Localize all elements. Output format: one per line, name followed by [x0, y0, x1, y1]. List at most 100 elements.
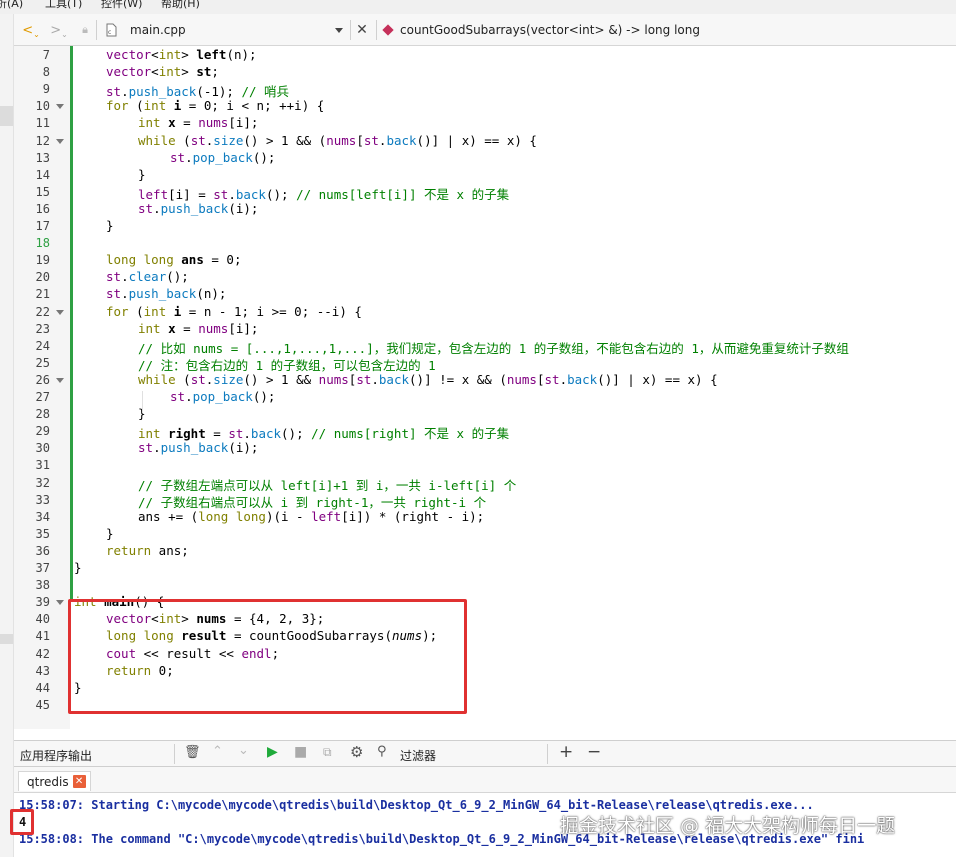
code-token: >	[181, 64, 197, 80]
code-token: st	[106, 269, 122, 285]
code-token: }	[106, 525, 114, 541]
close-icon[interactable]: ✕	[354, 14, 370, 46]
code-token: [i]) * (right - i);	[341, 508, 485, 524]
tab-label: qtredis	[27, 774, 69, 789]
code-token: [	[536, 371, 545, 387]
code-token: <	[151, 64, 159, 80]
code-token: [i];	[228, 115, 259, 131]
code-token: for	[106, 303, 129, 319]
code-token: .	[559, 371, 568, 387]
code-token: size	[213, 371, 244, 387]
code-line: vector<int> st;	[106, 64, 219, 79]
minus-icon[interactable]: −	[587, 742, 601, 762]
code-token: back	[567, 371, 598, 387]
line-number: 17	[35, 219, 50, 233]
fold-arrow-icon[interactable]	[56, 377, 64, 383]
line-number: 9	[42, 82, 50, 97]
add-icon[interactable]: +	[559, 742, 573, 762]
file-selector[interactable]: main.cpp	[130, 14, 186, 46]
code-token: nums	[198, 115, 229, 131]
code-token: .	[185, 389, 193, 404]
code-token: int	[158, 47, 182, 62]
code-editor[interactable]: 7 8 9 10 11 12 13 14 15 16 17 18 19 20 21 22 23 24 25 26 27 2…	[14, 46, 956, 729]
menu-help[interactable]: 帮助(H)	[161, 0, 200, 9]
code-token: while	[138, 371, 176, 387]
code-token: .	[185, 149, 193, 165]
attach-icon[interactable]: ⧉	[323, 745, 332, 760]
line-number: 21	[35, 287, 50, 302]
line-number: 11	[35, 116, 50, 131]
code-token: st	[544, 371, 560, 387]
line-number: 20	[35, 270, 50, 285]
line-number: 10	[35, 99, 50, 114]
code-token: st	[213, 186, 229, 202]
fold-arrow-icon[interactable]	[56, 309, 64, 315]
code-token: =	[175, 115, 199, 131]
function-selector[interactable]: countGoodSubarrays(vector<int> &) -> lon…	[400, 14, 700, 46]
forward-icon[interactable]: > ⌄	[48, 14, 70, 46]
menu-tools[interactable]: 工具(T)	[45, 0, 82, 9]
chevron-up-icon[interactable]: ⌃	[212, 744, 223, 759]
side-marker	[0, 634, 13, 644]
code-token: = n - 1; i >= 0; --i) {	[181, 303, 362, 319]
menu-analyze[interactable]: 析(A)	[0, 0, 23, 9]
code-token: // 子数组左端点可以从 left[i]+1 到 i，一共 i-left[i] …	[138, 477, 517, 493]
code-line: int x = nums[i];	[138, 115, 258, 130]
fold-arrow-icon[interactable]	[56, 138, 64, 144]
code-token: }	[138, 166, 146, 182]
code-token: ();	[252, 149, 276, 165]
code-token: .	[121, 269, 129, 285]
chevron-down-icon[interactable]	[332, 14, 346, 46]
filter-input[interactable]: 过滤器	[400, 747, 436, 764]
fold-arrow-icon[interactable]	[56, 600, 64, 606]
code-token: back	[235, 186, 266, 202]
code-token: vector	[106, 64, 152, 80]
code-token: )(i -	[265, 508, 312, 524]
stop-icon[interactable]: ■	[294, 744, 307, 760]
tab-qtredis[interactable]: qtredis ✕	[18, 771, 91, 791]
code-token: return	[106, 542, 152, 558]
line-number: 7	[42, 48, 50, 62]
code-token: nums	[326, 132, 357, 148]
code-token: ();	[281, 426, 312, 442]
menu-controls[interactable]: 控件(W)	[101, 0, 142, 9]
code-token: int	[138, 426, 161, 442]
code-token: = 0; i < n; ++i) {	[181, 98, 325, 114]
run-icon[interactable]: ▶	[267, 744, 278, 760]
menu-bar: 析(A) 工具(T) 控件(W) 帮助(H)	[0, 0, 956, 14]
code-token: >	[181, 47, 197, 62]
code-token: while	[138, 132, 176, 148]
line-number: 25	[35, 355, 50, 370]
code-line: int x = nums[i];	[138, 321, 258, 336]
line-number: 27	[35, 390, 50, 404]
line-number: 45	[35, 697, 50, 712]
code-token: st	[170, 389, 186, 404]
line-number: 15	[35, 184, 50, 199]
code-token: nums	[506, 371, 537, 387]
chevron-down-icon[interactable]: ⌄	[238, 743, 249, 758]
code-token: ()] | x) == x) {	[416, 132, 537, 148]
line-number: 18	[35, 236, 50, 251]
line-number: 16	[35, 201, 50, 216]
code-token: st	[138, 440, 154, 456]
close-icon[interactable]: ✕	[72, 775, 86, 788]
code-token: .	[153, 200, 161, 216]
line-number: 19	[35, 253, 50, 268]
code-token: ans += (	[138, 508, 199, 524]
code-token: .	[371, 371, 379, 387]
code-token: [	[356, 132, 364, 148]
code-token: // nums[right] 不是 x 的子集	[311, 426, 510, 442]
code-token: x	[168, 320, 176, 336]
back-icon[interactable]: < ⌄	[20, 14, 42, 46]
indent-guide	[142, 391, 143, 414]
code-line: st.clear();	[106, 269, 189, 284]
code-token: .	[121, 286, 129, 302]
code-token: int	[158, 64, 182, 80]
trash-icon[interactable]: 🗑︎	[184, 745, 201, 760]
code-line: st.pop_back();	[170, 150, 275, 165]
fold-arrow-icon[interactable]	[56, 104, 64, 110]
code-token: ans;	[151, 542, 189, 558]
gear-icon[interactable]: ⚙	[350, 743, 363, 761]
